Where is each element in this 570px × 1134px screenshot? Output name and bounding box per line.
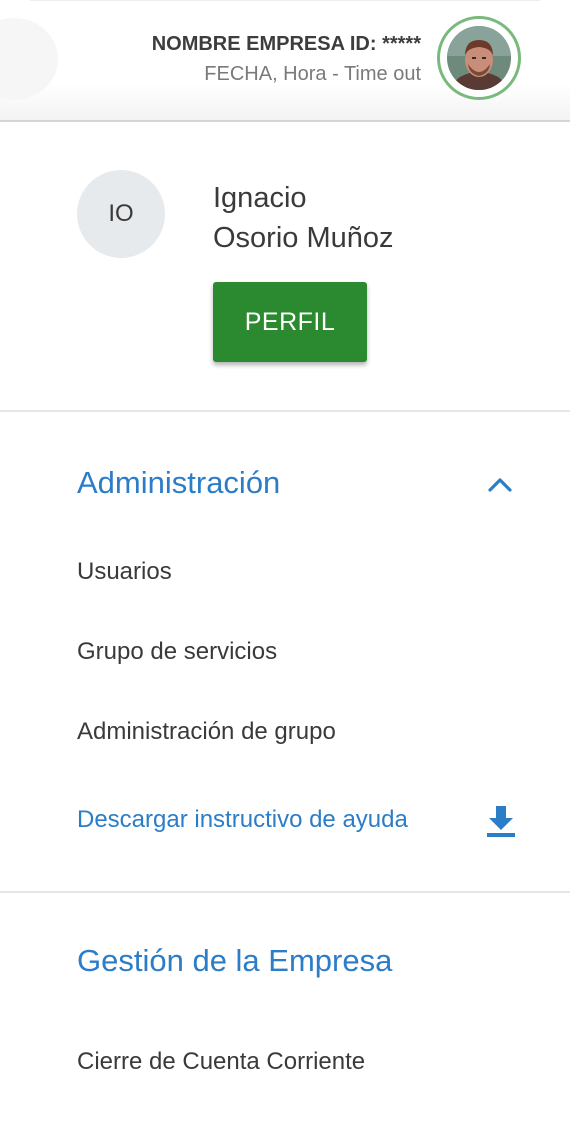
download-icon[interactable] xyxy=(485,804,517,838)
user-avatar[interactable] xyxy=(437,16,521,100)
section-divider xyxy=(0,410,570,412)
menu-item-grupo-servicios[interactable]: Grupo de servicios xyxy=(77,638,277,666)
profile-first-name: Ignacio xyxy=(213,182,307,214)
section-divider xyxy=(0,891,570,893)
session-time-label: FECHA, Hora - Time out xyxy=(204,63,421,85)
help-download-link[interactable]: Descargar instructivo de ayuda xyxy=(77,806,408,834)
profile-last-name: Osorio Muñoz xyxy=(213,222,394,254)
profile-button[interactable]: PERFIL xyxy=(213,282,367,362)
side-menu-page: NOMBRE EMPRESA ID: ***** FECHA, Hora - T… xyxy=(0,0,570,1134)
chevron-up-icon[interactable] xyxy=(486,472,514,496)
profile-initials-avatar: IO xyxy=(77,170,165,258)
header-bar: NOMBRE EMPRESA ID: ***** FECHA, Hora - T… xyxy=(0,0,570,122)
menu-item-administracion-grupo[interactable]: Administración de grupo xyxy=(77,718,336,746)
company-section-header[interactable]: Gestión de la Empresa xyxy=(77,943,392,979)
user-photo-icon xyxy=(447,26,511,90)
header-top-divider xyxy=(30,0,540,1)
company-id-label: NOMBRE EMPRESA ID: ***** xyxy=(151,33,421,55)
menu-item-usuarios[interactable]: Usuarios xyxy=(77,558,172,586)
menu-toggle-ghost xyxy=(0,18,58,100)
menu-item-cierre-cuenta[interactable]: Cierre de Cuenta Corriente xyxy=(77,1048,365,1076)
profile-name: Ignacio Osorio Muñoz xyxy=(213,178,394,258)
admin-section-header[interactable]: Administración xyxy=(77,465,280,501)
